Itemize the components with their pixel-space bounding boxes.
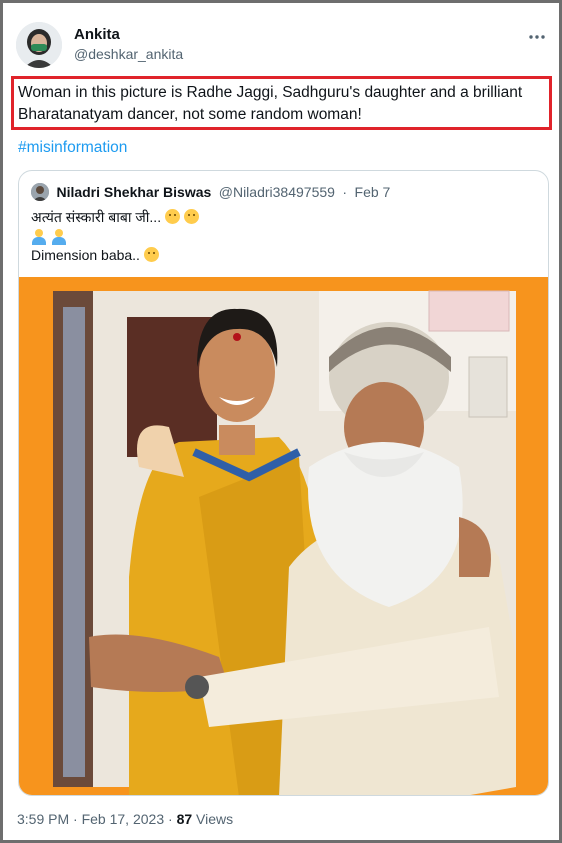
quoted-line-1: अत्यंत संस्कारी बाबा जी... (31, 207, 199, 227)
quoted-author-handle[interactable]: @Niladri38497559 (219, 184, 335, 200)
quoted-author-name[interactable]: Niladri Shekhar Biswas (56, 184, 211, 200)
quoted-date[interactable]: Feb 7 (355, 184, 391, 200)
quoted-line-2 (31, 227, 67, 247)
tweet-footer: 3:59 PM · Feb 17, 2023 · 87 Views (17, 811, 233, 827)
tweet-header: Ankita @deshkar_ankita (16, 22, 546, 70)
tweet-time[interactable]: 3:59 PM (17, 811, 69, 827)
quoted-line-3: Dimension baba.. (31, 245, 159, 265)
quoted-author-avatar[interactable] (31, 183, 49, 201)
thinking-face-icon (164, 209, 180, 224)
more-icon[interactable] (528, 24, 546, 45)
tweet-text: Woman in this picture is Radhe Jaggi, Sa… (11, 76, 552, 130)
man-facepalming-icon (31, 229, 47, 245)
tweet-date[interactable]: Feb 17, 2023 (82, 811, 165, 827)
author-name[interactable]: Ankita (74, 26, 120, 43)
views-label: Views (196, 811, 234, 827)
footer-separator: · (168, 811, 173, 827)
quoted-tweet-header: Niladri Shekhar Biswas @Niladri38497559 … (31, 183, 531, 203)
author-handle[interactable]: @deshkar_ankita (74, 46, 183, 62)
quoted-line-3-text: Dimension baba.. (31, 247, 140, 263)
author-avatar[interactable] (16, 22, 62, 68)
views-count: 87 (176, 811, 193, 827)
quoted-separator: · (342, 184, 348, 200)
hashtag-link[interactable]: #misinformation (18, 139, 127, 157)
man-facepalming-icon (51, 229, 67, 245)
thinking-face-icon (183, 209, 199, 224)
quoted-line-1-text: अत्यंत संस्कारी बाबा जी... (31, 209, 162, 225)
quoted-photo[interactable] (19, 277, 548, 795)
footer-separator: · (73, 811, 78, 827)
quoted-tweet[interactable]: Niladri Shekhar Biswas @Niladri38497559 … (18, 170, 549, 796)
shushing-face-icon (143, 247, 159, 262)
